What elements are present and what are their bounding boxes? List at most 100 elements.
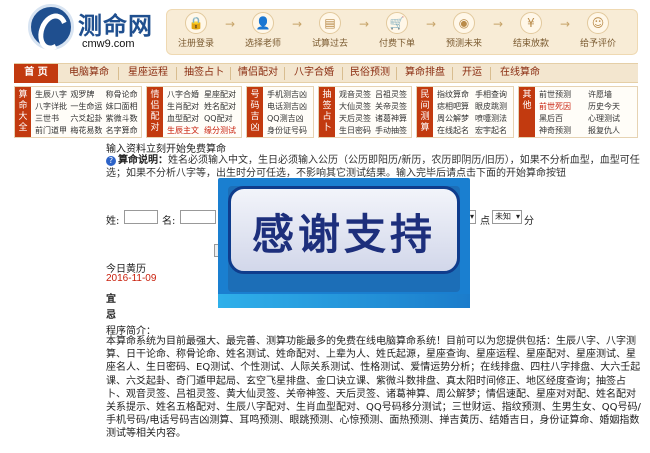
category-link[interactable]: 名字算命	[106, 125, 139, 136]
nav-couple-match[interactable]: 情侣配对	[232, 64, 284, 83]
nav-luck[interactable]: 开运	[454, 64, 490, 83]
nav-folk-predict[interactable]: 民俗预测	[344, 64, 396, 83]
main-nav: 首 页 电脑算命 星座运程 抽签占卜 情侣配对 八字合婚 民俗预测 算命排盘 开…	[14, 63, 638, 83]
category-link[interactable]: 姓名配对	[204, 101, 239, 112]
popup-frame: 感谢支持	[228, 186, 460, 292]
category-link[interactable]: 天后灵签	[339, 113, 373, 124]
step-choose-teacher[interactable]: 👤 选择老师	[238, 12, 288, 54]
category-links: 八字合婚 星座配对 生肖配对 姓名配对 血型配对 QQ配对 生辰主文 缘分测试	[167, 89, 239, 136]
name-input[interactable]	[180, 210, 216, 224]
process-steps: 🔒 注册登录 → 👤 选择老师 → ▤ 试算过去 → 🛒 付费下单 → ◉ 预测…	[166, 9, 638, 55]
category-link[interactable]: 生日密码	[339, 125, 373, 136]
category-title: 算命大全	[15, 87, 31, 137]
nav-home[interactable]: 首 页	[14, 64, 58, 83]
category-link[interactable]: 一生命运	[70, 101, 103, 112]
thumb-icon: ☺	[587, 12, 609, 34]
category-number: 号码吉凶 手机测吉凶 电话测吉凶 QQ测吉凶 身份证号码	[246, 86, 314, 138]
category-link[interactable]: 观音灵签	[339, 89, 373, 100]
category-link[interactable]: 身份证号码	[267, 125, 311, 136]
category-link[interactable]: 血型配对	[167, 113, 202, 124]
site-url: cmw9.com	[82, 38, 135, 50]
category-link[interactable]: 报复仇人	[588, 125, 635, 136]
category-title: 抽签占卜	[319, 87, 335, 137]
category-link[interactable]: 手相查询	[475, 89, 511, 100]
category-link[interactable]: 电话测吉凶	[267, 101, 311, 112]
nav-computer-fortune[interactable]: 电脑算命	[60, 64, 118, 83]
category-link[interactable]: 历史今天	[588, 101, 635, 112]
category-link[interactable]: 观罗牌	[70, 89, 103, 100]
site-header: 测命网 cmw9.com 🔒 注册登录 → 👤 选择老师 → ▤ 试算过去 → …	[0, 0, 650, 60]
category-link[interactable]: 星座配对	[204, 89, 239, 100]
category-link[interactable]: 八字详批	[35, 101, 68, 112]
almanac-yi: 宜	[106, 294, 116, 305]
category-link[interactable]: 前世死因	[539, 101, 586, 112]
category-link[interactable]: 手动抽签	[375, 125, 409, 136]
minute-label: 分	[524, 216, 534, 227]
category-other: 其他 前世预测 许愿墙 前世死因 历史今天 黑后百 心理测试 神奇预测 报复仇人	[518, 86, 638, 138]
arrow-icon: →	[358, 17, 370, 31]
intro-body: 姓名必须输入中文，生日必须输入公历（公历即阳历/新历，农历即阴历/旧历），如果不…	[106, 155, 640, 179]
nav-divination[interactable]: 抽签占卜	[178, 64, 230, 83]
category-link[interactable]: QQ测吉凶	[267, 113, 311, 124]
nav-chart[interactable]: 算命排盘	[398, 64, 452, 83]
category-link[interactable]: 周公解梦	[437, 113, 473, 124]
category-link[interactable]: 诸葛神算	[375, 113, 409, 124]
arrow-icon: →	[492, 17, 504, 31]
category-link[interactable]: 许愿墙	[588, 89, 635, 100]
thanks-popup[interactable]: 感谢支持	[218, 178, 470, 308]
category-link[interactable]: 关帝灵签	[375, 101, 409, 112]
step-release[interactable]: ¥ 结束放款	[506, 12, 556, 54]
category-link[interactable]: QQ配对	[204, 113, 239, 124]
popup-card: 感谢支持	[228, 186, 460, 274]
category-link[interactable]: 生辰八字	[35, 89, 68, 100]
site-logo[interactable]: 测命网 cmw9.com	[28, 4, 168, 54]
category-title: 其他	[519, 87, 535, 137]
step-review[interactable]: ☺ 给予评价	[573, 12, 623, 54]
logo-icon	[28, 4, 74, 50]
step-trial[interactable]: ▤ 试算过去	[305, 12, 355, 54]
category-link[interactable]: 六爻起卦	[70, 113, 103, 124]
nav-marriage[interactable]: 八字合婚	[286, 64, 342, 83]
category-link[interactable]: 神奇预测	[539, 125, 586, 136]
category-link[interactable]: 紫微斗数	[106, 113, 139, 124]
cart-icon: 🛒	[386, 12, 408, 34]
intro-label: 算命说明：	[118, 155, 168, 166]
category-link[interactable]: 眼皮跳测	[475, 101, 511, 112]
nav-horoscope[interactable]: 星座运程	[120, 64, 176, 83]
surname-input[interactable]	[124, 210, 158, 224]
category-link[interactable]: 生肖配对	[167, 101, 202, 112]
category-link[interactable]: 痣相吧算	[437, 101, 473, 112]
category-link[interactable]: 吕祖灵签	[375, 89, 409, 100]
category-link[interactable]: 前门道甲	[35, 125, 68, 136]
minute-select[interactable]: 未知	[492, 210, 522, 224]
arrow-icon: →	[224, 17, 236, 31]
category-link[interactable]: 心理测试	[588, 113, 635, 124]
category-link[interactable]: 梅花易数	[70, 125, 103, 136]
category-link[interactable]: 黑后百	[539, 113, 586, 124]
page-title: 输入资料立刻开始免费算命	[106, 144, 226, 155]
category-link[interactable]: 喷嚏测法	[475, 113, 511, 124]
category-link[interactable]: 八字合婚	[167, 89, 202, 100]
category-link[interactable]: 三世书	[35, 113, 68, 124]
category-link[interactable]: 缘分测试	[204, 125, 239, 136]
nav-online-fortune[interactable]: 在线算命	[492, 64, 548, 83]
category-link[interactable]: 大仙灵签	[339, 101, 373, 112]
step-register[interactable]: 🔒 注册登录	[171, 12, 221, 54]
calc-icon: ▤	[319, 12, 341, 34]
category-link[interactable]: 妹口面相	[106, 101, 139, 112]
category-links: 生辰八字 观罗牌 称骨论命 八字详批 一生命运 妹口面相 三世书 六爻起卦 紫微…	[35, 89, 139, 136]
category-lots: 抽签占卜 观音灵签 吕祖灵签 大仙灵签 关帝灵签 天后灵签 诸葛神算 生日密码 …	[318, 86, 412, 138]
category-link[interactable]: 生辰主文	[167, 125, 202, 136]
program-description: 本算命系统为目前最强大、最完善、测算功能最多的免费在线电脑算命系统！目前可以为您…	[106, 336, 641, 440]
step-pay[interactable]: 🛒 付费下单	[372, 12, 422, 54]
category-link[interactable]: 指纹算命	[437, 89, 473, 100]
category-link[interactable]: 宏宇起名	[475, 125, 511, 136]
category-link[interactable]: 手机测吉凶	[267, 89, 311, 100]
category-links: 观音灵签 吕祖灵签 大仙灵签 关帝灵签 天后灵签 诸葛神算 生日密码 手动抽签	[339, 89, 409, 136]
category-link[interactable]: 前世预测	[539, 89, 586, 100]
category-title: 民间测算	[417, 87, 433, 137]
step-predict[interactable]: ◉ 预测未来	[439, 12, 489, 54]
category-link[interactable]: 称骨论命	[106, 89, 139, 100]
almanac-ji: 忌	[106, 310, 116, 321]
category-link[interactable]: 在线起名	[437, 125, 473, 136]
